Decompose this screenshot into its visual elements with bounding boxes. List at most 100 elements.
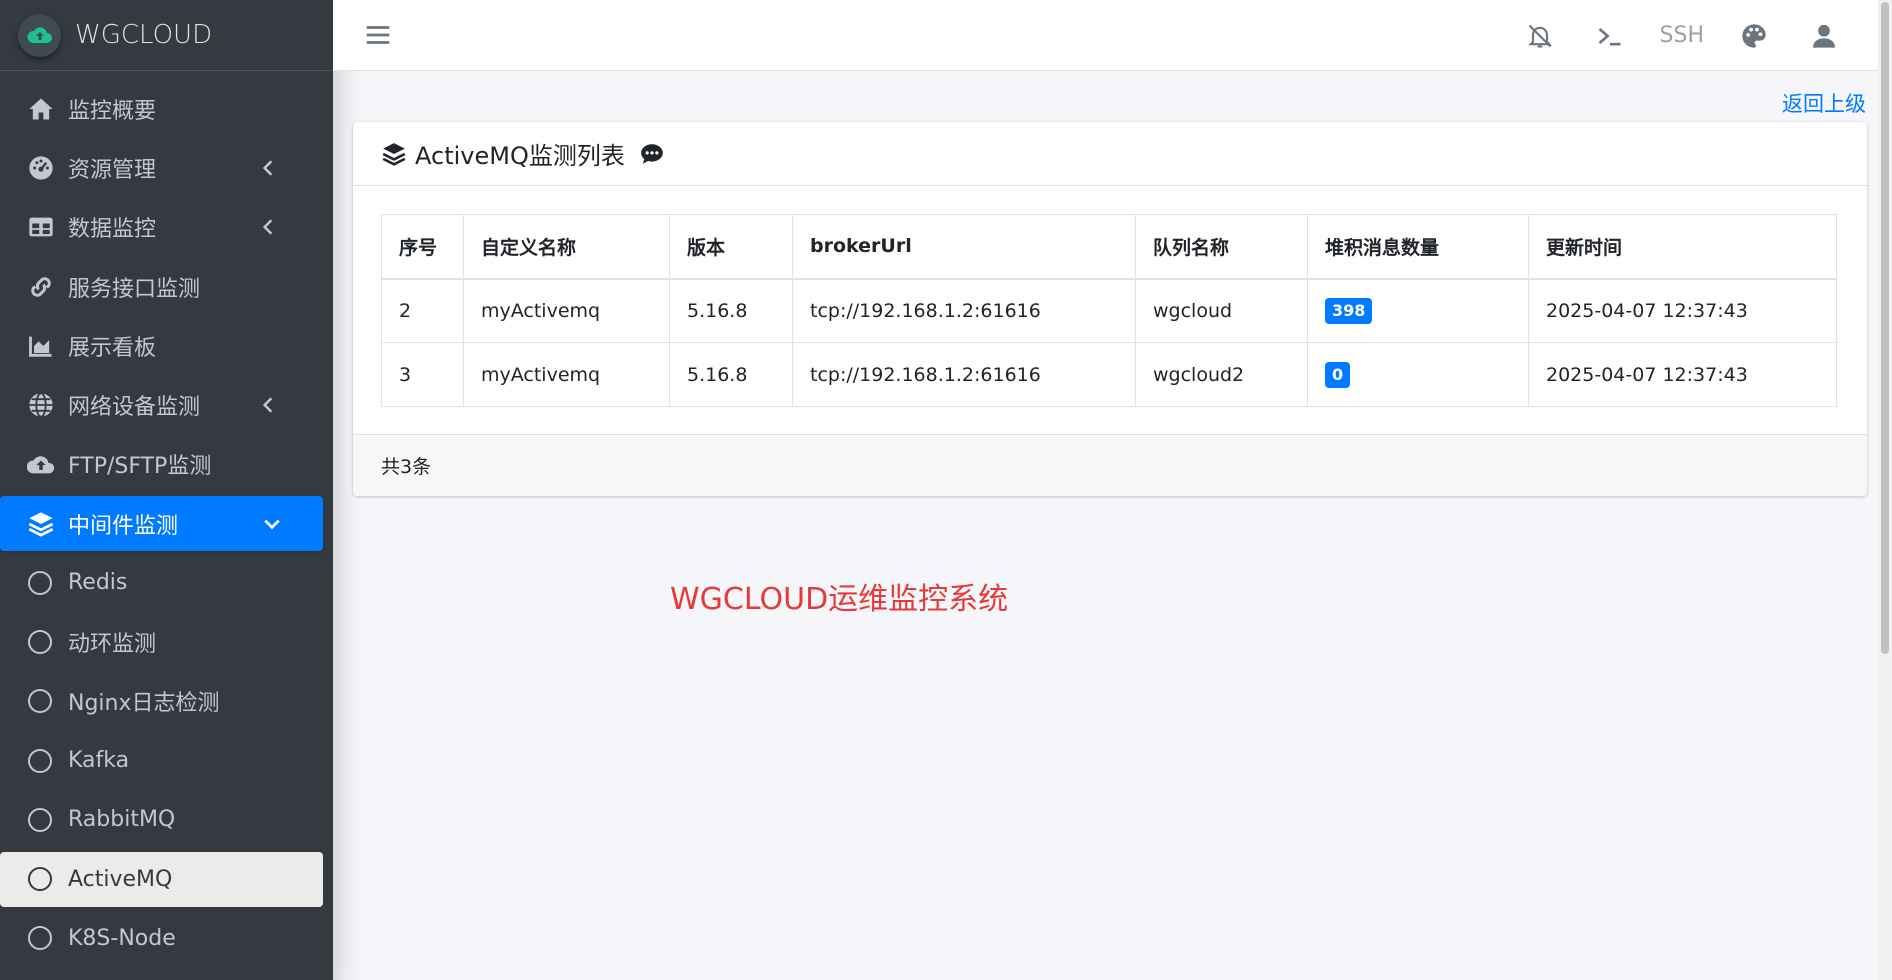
sidebar-item-label: FTP/SFTP监测 (68, 454, 212, 480)
col-header-pending[interactable]: 堆积消息数量 (1307, 214, 1529, 280)
pending-count-badge: 0 (1325, 361, 1351, 388)
area-chart-icon (26, 331, 56, 361)
sidebar-subitem-redis[interactable]: Redis (0, 553, 323, 612)
cell-pending: 398 (1307, 278, 1529, 343)
sidebar-item-resources[interactable]: 资源管理 (0, 138, 323, 197)
table-icon (26, 212, 56, 242)
table-header-row: 序号 自定义名称 版本 brokerUrl 队列名称 堆积消息数量 更新时间 (381, 214, 1837, 280)
sidebar-item-label: 网络设备监测 (68, 395, 201, 421)
card-title: ActiveMQ监测列表 (415, 142, 625, 170)
chevron-left-icon (262, 160, 273, 176)
brand-name: WGCLOUD (75, 20, 213, 50)
activemq-table: 序号 自定义名称 版本 brokerUrl 队列名称 堆积消息数量 更新时间 2… (381, 214, 1837, 407)
cloud-logo-icon (18, 13, 61, 57)
col-header-version[interactable]: 版本 (669, 214, 793, 280)
ssh-link[interactable]: SSH (1660, 23, 1704, 48)
sidebar-subitem-label: RabbitMQ (68, 807, 176, 833)
back-link[interactable]: 返回上级 (1782, 88, 1866, 118)
terminal-icon[interactable] (1590, 16, 1630, 56)
sidebar-subitem-nginx[interactable]: Nginx日志检测 (0, 672, 323, 731)
layers-icon (382, 142, 406, 166)
sidebar-subitem-label: K8S-Node (68, 925, 176, 951)
user-icon[interactable] (1804, 16, 1844, 56)
sidebar-item-label: 数据监控 (68, 217, 157, 243)
cell-name: myActivemq (463, 342, 670, 407)
cloud-upload-icon (26, 449, 56, 479)
comment-dots-icon[interactable] (639, 141, 665, 167)
sidebar-subitem-label: Redis (68, 570, 128, 596)
col-header-queue[interactable]: 队列名称 (1135, 214, 1308, 280)
cell-broker-url: tcp://192.168.1.2:61616 (792, 342, 1136, 407)
col-header-broker-url[interactable]: brokerUrl (792, 214, 1136, 280)
sidebar-subitem-label: Kafka (68, 748, 130, 774)
col-header-id[interactable]: 序号 (381, 214, 464, 280)
sidebar-item-label: 服务接口监测 (68, 276, 201, 302)
card-body: 序号 自定义名称 版本 brokerUrl 队列名称 堆积消息数量 更新时间 2… (353, 186, 1867, 407)
brand[interactable]: WGCLOUD (0, 0, 333, 71)
sidebar-subitem-k8s-node[interactable]: K8S-Node (0, 909, 323, 968)
sidebar-item-data-monitor[interactable]: 数据监控 (0, 198, 323, 257)
sidebar-subitem-activemq[interactable]: ActiveMQ (0, 851, 323, 907)
home-icon (26, 94, 56, 124)
sidebar-item-label: 资源管理 (68, 157, 157, 183)
sidebar-subitem-rabbitmq[interactable]: RabbitMQ (0, 790, 323, 849)
sidebar-item-middleware[interactable]: 中间件监测 (0, 496, 323, 552)
cell-name: myActivemq (463, 278, 670, 343)
sidebar-item-label: 展示看板 (68, 335, 157, 361)
table-row: 3 myActivemq 5.16.8 tcp://192.168.1.2:61… (381, 342, 1837, 407)
chevron-left-icon (262, 397, 273, 413)
card-header: ActiveMQ监测列表 (353, 122, 1867, 186)
circle-icon (28, 867, 52, 892)
cell-broker-url: tcp://192.168.1.2:61616 (792, 278, 1136, 343)
sidebar-subitem-label: ActiveMQ (68, 866, 173, 892)
circle-icon (28, 807, 52, 832)
activemq-card: ActiveMQ监测列表 序号 自定义名称 版本 brokerUrl 队列名称 … (353, 122, 1867, 496)
col-header-updated[interactable]: 更新时间 (1528, 214, 1837, 280)
circle-icon (28, 689, 52, 714)
sidebar-subitem-kafka[interactable]: Kafka (0, 731, 323, 790)
sidebar: WGCLOUD 监控概要 资源管理 数据监控 服务接口监测 展示看板 网络设备监… (0, 0, 333, 980)
cell-id: 3 (381, 342, 464, 407)
sidebar-item-ftp[interactable]: FTP/SFTP监测 (0, 435, 323, 494)
palette-icon[interactable] (1734, 16, 1774, 56)
cell-updated: 2025-04-07 12:37:43 (1528, 278, 1837, 343)
card-footer: 共3条 (353, 434, 1867, 496)
sidebar-item-label: 中间件监测 (68, 513, 179, 539)
table-row: 2 myActivemq 5.16.8 tcp://192.168.1.2:61… (381, 278, 1837, 343)
link-icon (26, 272, 56, 302)
globe-icon (26, 390, 56, 420)
sidebar-subitem-label: Nginx日志检测 (68, 691, 220, 717)
chevron-left-icon (262, 219, 273, 235)
circle-icon (28, 926, 52, 951)
circle-icon (28, 630, 52, 655)
top-navbar: SSH (333, 0, 1892, 71)
circle-icon (28, 570, 52, 595)
sidebar-nav: 监控概要 资源管理 数据监控 服务接口监测 展示看板 网络设备监测 FTP/SF… (0, 71, 333, 968)
sidebar-subitem-env-monitor[interactable]: 动环监测 (0, 612, 323, 671)
sidebar-item-overview[interactable]: 监控概要 (0, 79, 323, 138)
cell-updated: 2025-04-07 12:37:43 (1528, 342, 1837, 407)
layers-icon (26, 509, 56, 539)
cell-id: 2 (381, 278, 464, 343)
sidebar-item-network-devices[interactable]: 网络设备监测 (0, 375, 323, 434)
hamburger-menu-icon[interactable] (363, 20, 393, 50)
circle-icon (28, 748, 52, 773)
sidebar-subitem-label: 动环监测 (68, 632, 157, 658)
total-count: 共3条 (381, 456, 432, 478)
cell-queue: wgcloud2 (1135, 342, 1308, 407)
sidebar-item-dashboard-board[interactable]: 展示看板 (0, 316, 323, 375)
chevron-down-icon (264, 519, 280, 529)
watermark-text: WGCLOUD运维监控系统 (670, 582, 1009, 617)
cell-version: 5.16.8 (669, 278, 793, 343)
scrollbar-thumb[interactable] (1881, 2, 1889, 654)
navbar-actions: SSH (1490, 0, 1844, 71)
cell-queue: wgcloud (1135, 278, 1308, 343)
sidebar-item-service-api[interactable]: 服务接口监测 (0, 257, 323, 316)
pending-count-badge: 398 (1325, 297, 1373, 324)
sidebar-item-label: 监控概要 (68, 98, 157, 124)
page-scrollbar[interactable] (1878, 0, 1892, 980)
bell-slash-icon[interactable] (1520, 16, 1560, 56)
col-header-name[interactable]: 自定义名称 (463, 214, 670, 280)
cell-version: 5.16.8 (669, 342, 793, 407)
cell-pending: 0 (1307, 342, 1529, 407)
